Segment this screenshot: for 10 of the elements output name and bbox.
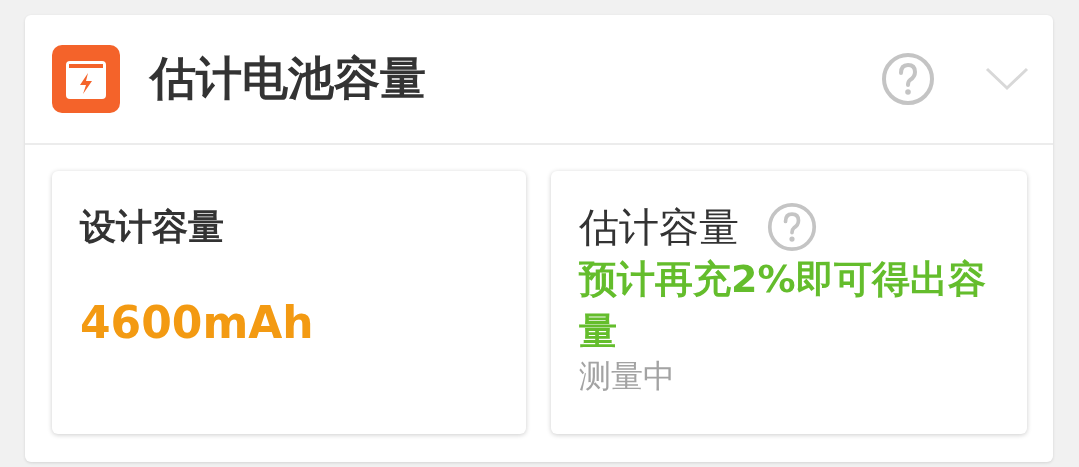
help-icon[interactable] xyxy=(881,52,935,106)
help-icon[interactable] xyxy=(767,202,817,252)
battery-box-icon xyxy=(52,45,120,113)
chevron-down-icon[interactable] xyxy=(985,67,1029,91)
card-label: 设计容量 xyxy=(80,205,224,249)
card-label: 估计容量 xyxy=(579,203,739,252)
charge-hint: 预计再充2%即可得出容量 xyxy=(579,256,987,355)
status-text: 测量中 xyxy=(579,357,675,395)
capacity-value: 4600mAh xyxy=(80,297,314,348)
section-title: 估计电池容量 xyxy=(150,50,427,107)
